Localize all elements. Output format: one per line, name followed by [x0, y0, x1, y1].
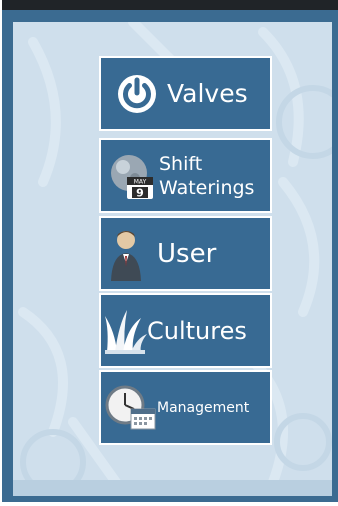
calendar-globe-icon: MAY 9	[105, 151, 159, 201]
valves-button[interactable]: Valves	[99, 56, 272, 131]
shift-waterings-label-line2: Waterings	[159, 176, 255, 199]
power-icon	[109, 72, 165, 116]
top-status-bar	[2, 0, 338, 10]
menu-panel: Valves MAY 9 Shift Waterings User Cultur…	[13, 22, 332, 496]
valves-label: Valves	[167, 79, 248, 108]
shift-waterings-button[interactable]: MAY 9 Shift Waterings	[99, 138, 272, 213]
cultures-label: Cultures	[147, 316, 247, 345]
user-label: User	[157, 238, 217, 269]
calendar-day: 9	[136, 186, 144, 199]
management-button[interactable]: Management	[99, 370, 272, 445]
grass-icon	[103, 306, 147, 356]
shift-waterings-label-line1: Shift	[159, 152, 203, 175]
calendar-month: MAY	[134, 178, 147, 185]
management-label: Management	[157, 399, 250, 416]
user-button[interactable]: User	[99, 216, 272, 291]
cultures-button[interactable]: Cultures	[99, 293, 272, 368]
app-frame: Valves MAY 9 Shift Waterings User Cultur…	[2, 10, 338, 502]
user-icon	[103, 225, 153, 283]
clock-calendar-icon	[103, 383, 159, 433]
